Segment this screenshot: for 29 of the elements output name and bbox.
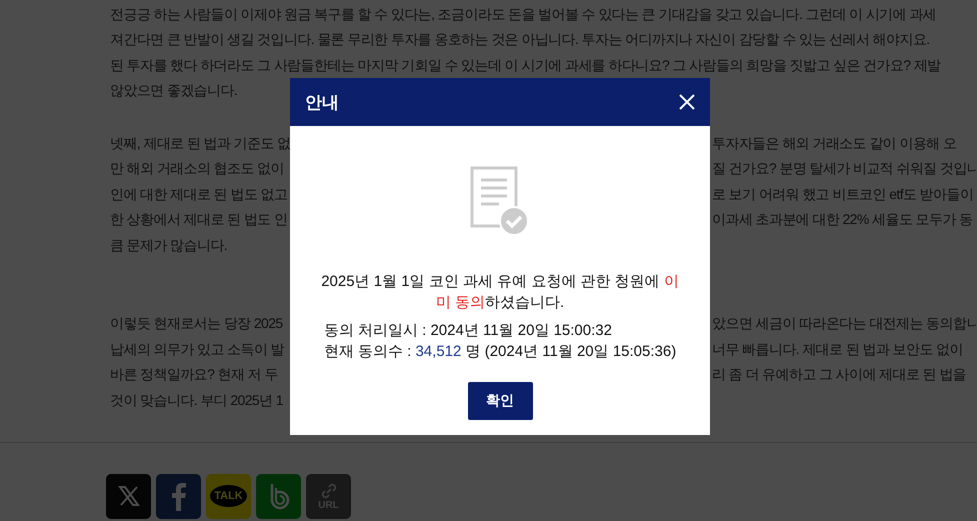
- count-label: 현재 동의수 :: [324, 343, 412, 360]
- close-button[interactable]: [678, 93, 696, 111]
- article-text: 큼 문제가 많습니다.: [110, 236, 228, 255]
- article-text: 로 보기 어려워 했고 비트코인 etf도 받아들이: [712, 186, 974, 204]
- article-text: 만 해외 거래소의 협조도 없이: [110, 160, 285, 178]
- article-text: 된 투자를 했다 하더라도 그 사람들한테는 마지막 기회일 수 있는데 이 시기에 과세를 하다니요? 그 사람들의 희망을 짓밟고 싶은 건가요? 제발: [110, 56, 941, 75]
- processed-time-text: 동의 처리일시 : 2024년 11월 20일 15:00:32: [324, 321, 613, 341]
- dialog-title: 안내: [305, 92, 339, 114]
- agreement-count: 34,512: [415, 343, 462, 360]
- agreement-message: 2025년 1월 1일 코인 과세 유예 요청에 관한 청원에 이미 동의하셨습니다.: [320, 272, 680, 313]
- article-text: 바른 정책일까요? 현재 저 두: [110, 366, 279, 384]
- article-text: 납세의 의무가 있고 소득이 발: [110, 340, 286, 359]
- confirm-button[interactable]: 확인: [468, 382, 532, 420]
- article-text: 질 건가요? 분명 탈세가 비교적 쉬워질 것입니: [712, 160, 977, 178]
- article-text: 것이 맞습니다. 부디 2025년 1: [110, 392, 283, 410]
- article-text: 넷째, 제대로 된 법과 기준도 없: [110, 134, 290, 153]
- article-text: 전긍긍 하는 사람들이 이제야 원금 복구를 할 수 있다는, 조금이라도 돈을 벌어볼 수 있다는 큰 기대감을 갖고 있습니다. 그런데 이 시기에 과세: [110, 6, 936, 24]
- article-text: 이과세 초과분에 대한 22% 세율도 모두가 동: [712, 211, 974, 230]
- article-text: 인에 대한 제대로 된 법도 없고: [110, 186, 288, 204]
- article-text: 않았으면 좋겠습니다.: [110, 82, 238, 100]
- article-text: 너무 빠릅니다. 제대로 된 법과 보안도 없이: [712, 340, 964, 359]
- article-text: 았으면 세금이 따라온다는 대전제는 동의합니: [712, 315, 977, 334]
- document-check-icon: [470, 166, 530, 236]
- article-text: 한 상황에서 제대로 된 법도 인: [110, 211, 288, 230]
- article-text: 리 좀 더 유예하고 그 사이에 제대로 된 법을: [712, 366, 968, 384]
- article-text: 이렇듯 현재로서는 당장 2025: [110, 315, 284, 334]
- article-text: 져간다면 큰 반발이 생길 것입니다. 물론 무리한 투자를 옹호하는 것은 아닙니다. 투자는 어디까지나 자신이 감당할 수 있는 선레서 해야지요.: [110, 31, 930, 50]
- article-text: 투자자들은 해외 거래소도 같이 이용해 오: [712, 134, 958, 153]
- count-time-text: 명 (2024년 11월 20일 15:05:36): [466, 343, 676, 360]
